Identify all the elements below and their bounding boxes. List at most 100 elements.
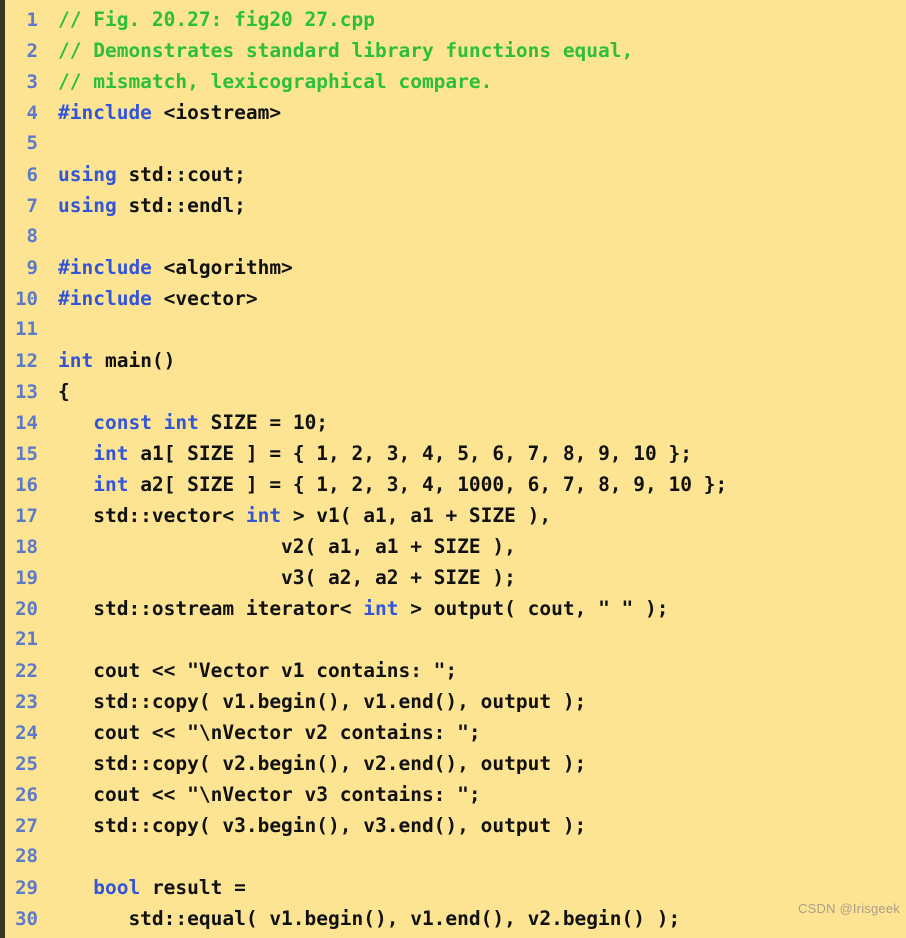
code-line[interactable]: 30 std::equal( v1.begin(), v1.end(), v2.…: [0, 903, 906, 934]
code-token-plain: v3( a2, a2 + SIZE );: [58, 566, 516, 589]
code-line-source[interactable]: const int SIZE = 10;: [38, 407, 906, 438]
code-token-plain: result =: [140, 876, 246, 899]
code-token-kw: const int: [93, 411, 199, 434]
line-number: 26: [15, 784, 38, 806]
code-line-source[interactable]: #include <vector>: [38, 283, 906, 314]
code-line-source[interactable]: cout << "\nVector v3 contains: ";: [38, 779, 906, 810]
code-token-plain: <iostream>: [151, 101, 282, 124]
code-line-source[interactable]: std::equal( v1.begin(), v1.end(), v2.beg…: [38, 903, 906, 934]
code-token-plain: std::copy( v2.begin(), v2.end(), output …: [58, 752, 587, 775]
line-number: 7: [26, 195, 38, 217]
code-line-source[interactable]: std::copy( v2.begin(), v2.end(), output …: [38, 748, 906, 779]
code-token-kw: int: [93, 473, 129, 496]
code-token-kw: using: [58, 194, 117, 217]
line-number: 27: [15, 815, 38, 837]
line-number: 16: [15, 474, 38, 496]
line-number: 23: [15, 691, 38, 713]
code-line[interactable]: 19 v3( a2, a2 + SIZE );: [0, 562, 906, 593]
code-token-plain: <algorithm>: [151, 256, 293, 279]
code-token-plain: cout << "\nVector v3 contains: ";: [58, 783, 481, 806]
code-line[interactable]: 4 #include <iostream>: [0, 97, 906, 128]
code-line-source[interactable]: using std::endl;: [38, 190, 906, 221]
code-token-comment: // Demonstrates standard library functio…: [58, 39, 634, 62]
code-line-source[interactable]: {: [38, 376, 906, 407]
code-line-source[interactable]: int main(): [38, 345, 906, 376]
line-number: 6: [26, 164, 38, 186]
code-line[interactable]: 25 std::copy( v2.begin(), v2.end(), outp…: [0, 748, 906, 779]
code-line[interactable]: 22 cout << "Vector v1 contains: ";: [0, 655, 906, 686]
code-line[interactable]: 14 const int SIZE = 10;: [0, 407, 906, 438]
code-line[interactable]: 1 // Fig. 20.27: fig20 27.cpp: [0, 4, 906, 35]
code-line[interactable]: 26 cout << "\nVector v3 contains: ";: [0, 779, 906, 810]
code-line[interactable]: 7 using std::endl;: [0, 190, 906, 221]
code-line[interactable]: 2 // Demonstrates standard library functi…: [0, 35, 906, 66]
line-number: 19: [15, 567, 38, 589]
code-line[interactable]: 29 bool result =: [0, 872, 906, 903]
code-token-plain: std::ostream iterator<: [58, 597, 364, 620]
code-line[interactable]: 23 std::copy( v1.begin(), v1.end(), outp…: [0, 686, 906, 717]
code-line-source[interactable]: #include <iostream>: [38, 97, 906, 128]
code-token-plain: > v1( a1, a1 + SIZE ),: [281, 504, 552, 527]
code-line[interactable]: 11: [0, 314, 906, 345]
line-number: 14: [15, 412, 38, 434]
code-token-plain: a1[ SIZE ] = { 1, 2, 3, 4, 5, 6, 7, 8, 9…: [128, 442, 692, 465]
code-line[interactable]: 9 #include <algorithm>: [0, 252, 906, 283]
code-line-source[interactable]: std::vector< int > v1( a1, a1 + SIZE ),: [38, 500, 906, 531]
code-line-source[interactable]: int a2[ SIZE ] = { 1, 2, 3, 4, 1000, 6, …: [38, 469, 906, 500]
code-line[interactable]: 20 std::ostream iterator< int > output( …: [0, 593, 906, 624]
code-token-plain: main(): [93, 349, 176, 372]
code-line-source[interactable]: using std::cout;: [38, 159, 906, 190]
code-line[interactable]: 27 std::copy( v3.begin(), v3.end(), outp…: [0, 810, 906, 841]
code-line[interactable]: 6 using std::cout;: [0, 159, 906, 190]
line-number: 22: [15, 660, 38, 682]
line-number: 8: [26, 225, 38, 247]
code-line[interactable]: 28: [0, 841, 906, 872]
code-line-source[interactable]: v3( a2, a2 + SIZE );: [38, 562, 906, 593]
code-line-source[interactable]: bool result =: [38, 872, 906, 903]
code-line-source[interactable]: // Fig. 20.27: fig20 27.cpp: [38, 4, 906, 35]
line-number: 11: [15, 318, 38, 340]
code-listing[interactable]: 1 // Fig. 20.27: fig20 27.cpp 2 // Demonstr…: [0, 0, 906, 934]
code-token-kw: int: [93, 442, 129, 465]
line-number: 12: [15, 350, 38, 372]
code-line-source[interactable]: // mismatch, lexicographical compare.: [38, 66, 906, 97]
code-line[interactable]: 16 int a2[ SIZE ] = { 1, 2, 3, 4, 1000, …: [0, 469, 906, 500]
code-line-source[interactable]: // Demonstrates standard library functio…: [38, 35, 906, 66]
code-token-kw: int: [363, 597, 399, 620]
code-line[interactable]: 10 #include <vector>: [0, 283, 906, 314]
line-number: 15: [15, 443, 38, 465]
code-line[interactable]: 13 {: [0, 376, 906, 407]
line-number: 21: [15, 628, 38, 650]
line-number: 1: [26, 9, 38, 31]
code-line-source[interactable]: cout << "\nVector v2 contains: ";: [38, 717, 906, 748]
line-number: 3: [26, 71, 38, 93]
code-token-kw: using: [58, 163, 117, 186]
code-line[interactable]: 17 std::vector< int > v1( a1, a1 + SIZE …: [0, 500, 906, 531]
code-line[interactable]: 8: [0, 221, 906, 252]
code-token-plain: {: [58, 380, 70, 403]
code-line-source[interactable]: std::copy( v3.begin(), v3.end(), output …: [38, 810, 906, 841]
code-line[interactable]: 18 v2( a1, a1 + SIZE ),: [0, 531, 906, 562]
code-line[interactable]: 15 int a1[ SIZE ] = { 1, 2, 3, 4, 5, 6, …: [0, 438, 906, 469]
code-line[interactable]: 12 int main(): [0, 345, 906, 376]
code-line-source[interactable]: int a1[ SIZE ] = { 1, 2, 3, 4, 5, 6, 7, …: [38, 438, 906, 469]
line-number: 28: [15, 845, 38, 867]
code-line-source[interactable]: cout << "Vector v1 contains: ";: [38, 655, 906, 686]
code-token-plain: SIZE = 10;: [198, 411, 329, 434]
code-token-plain: std::copy( v3.begin(), v3.end(), output …: [58, 814, 587, 837]
code-line[interactable]: 21: [0, 624, 906, 655]
code-line[interactable]: 5: [0, 128, 906, 159]
code-token-kw: #include: [58, 287, 152, 310]
code-line-source[interactable]: std::copy( v1.begin(), v1.end(), output …: [38, 686, 906, 717]
line-number: 29: [15, 877, 38, 899]
code-line-source[interactable]: #include <algorithm>: [38, 252, 906, 283]
code-token-kw: #include: [58, 101, 152, 124]
line-number: 9: [26, 257, 38, 279]
code-token-plain: > output( cout, " " );: [398, 597, 669, 620]
code-line-source[interactable]: v2( a1, a1 + SIZE ),: [38, 531, 906, 562]
line-number: 24: [15, 722, 38, 744]
code-line-source[interactable]: std::ostream iterator< int > output( cou…: [38, 593, 906, 624]
code-line[interactable]: 3 // mismatch, lexicographical compare.: [0, 66, 906, 97]
code-line[interactable]: 24 cout << "\nVector v2 contains: ";: [0, 717, 906, 748]
